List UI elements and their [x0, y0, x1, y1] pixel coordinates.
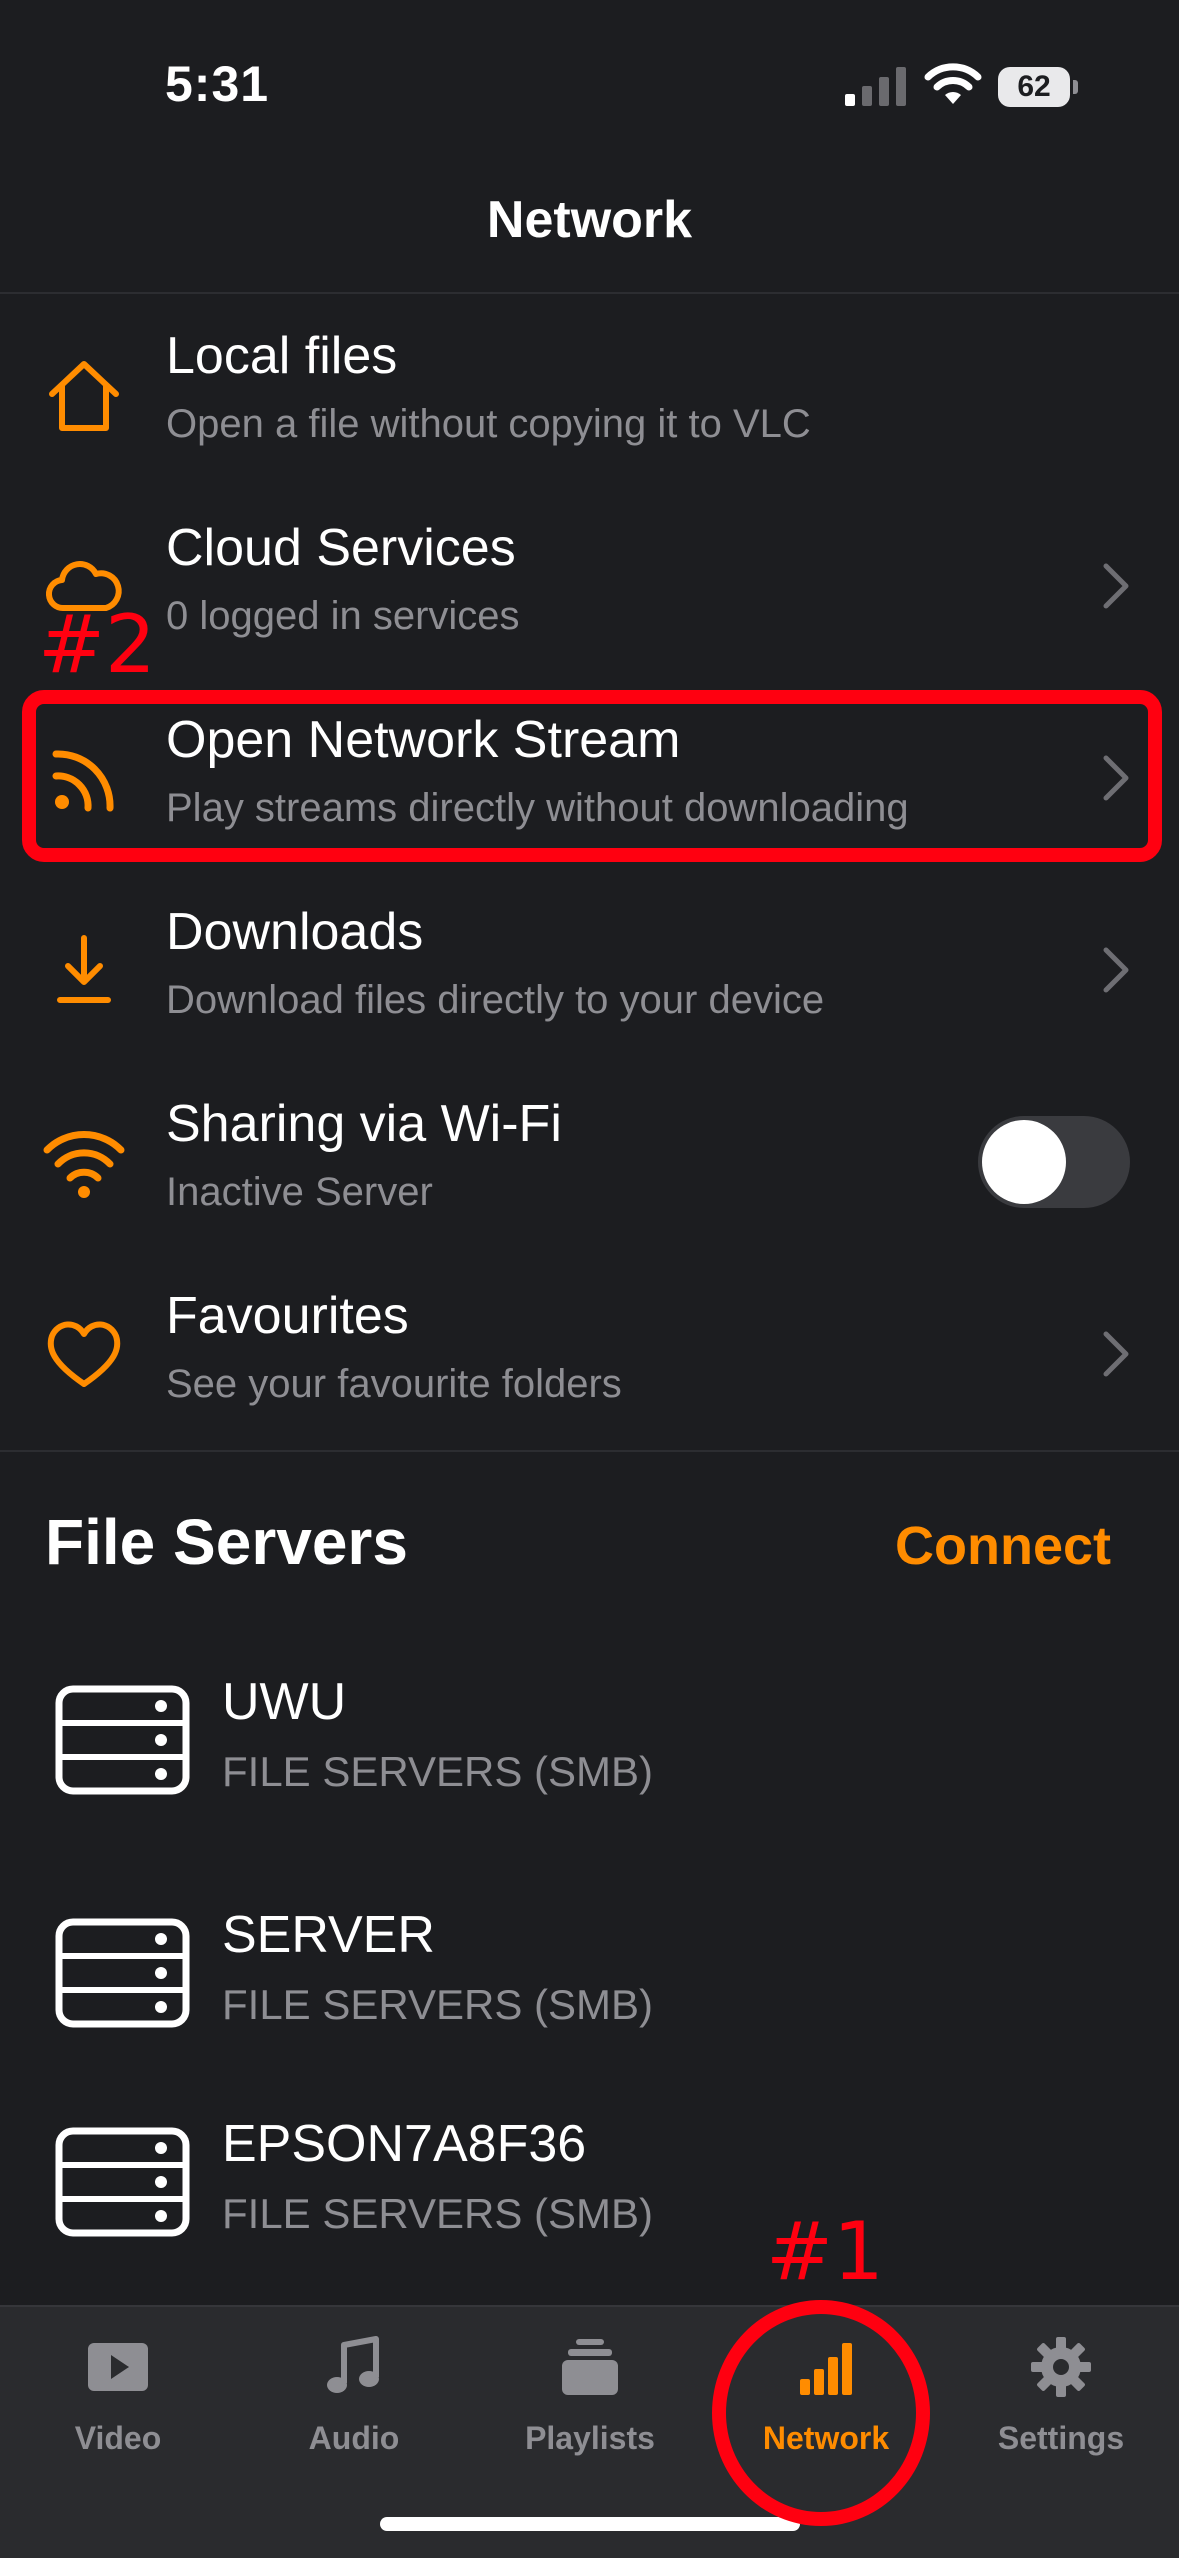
- server-name: UWU: [222, 1673, 347, 1731]
- tab-label: Settings: [997, 2420, 1125, 2456]
- annotation-label-2: #2: [38, 598, 156, 691]
- wifi-icon: [43, 1131, 125, 1198]
- connect-button[interactable]: Connect: [895, 1515, 1111, 1577]
- menu-item-subtitle: Download files directly to your device: [166, 978, 825, 1022]
- annotation-highlight-box: [22, 690, 1162, 862]
- tab-label: Playlists: [525, 2420, 655, 2456]
- menu-item-downloads[interactable]: Downloads Download files directly to you…: [0, 876, 1179, 1068]
- menu-item-title: Cloud Services: [166, 519, 516, 577]
- file-server-item[interactable]: EPSON7A8F36 FILE SERVERS (SMB): [0, 2082, 1179, 2282]
- server-icon: [55, 2127, 190, 2237]
- menu-item-title: Local files: [166, 327, 398, 385]
- server-name: EPSON7A8F36: [222, 2115, 587, 2173]
- menu-item-local-files[interactable]: Local files Open a file without copying …: [0, 300, 1179, 492]
- home-icon: [49, 361, 119, 431]
- menu-item-subtitle: Inactive Server: [166, 1170, 433, 1214]
- server-type: FILE SERVERS (SMB): [222, 2190, 653, 2237]
- server-icon: [55, 1918, 190, 2028]
- file-server-item[interactable]: SERVER FILE SERVERS (SMB): [0, 1873, 1179, 2073]
- battery-level: 62: [1017, 70, 1051, 103]
- menu-item-title: Favourites: [166, 1287, 409, 1345]
- file-server-item[interactable]: UWU FILE SERVERS (SMB): [0, 1640, 1179, 1840]
- playlist-icon: [562, 2339, 618, 2395]
- gear-icon: [1031, 2337, 1091, 2397]
- tab-video[interactable]: Video: [0, 2307, 236, 2487]
- music-note-icon: [327, 2336, 379, 2393]
- server-icon: [55, 1685, 190, 1795]
- play-icon: [88, 2343, 148, 2391]
- server-name: SERVER: [222, 1906, 435, 1964]
- chevron-right-icon: [1103, 947, 1129, 993]
- download-icon: [57, 935, 111, 1003]
- heart-icon: [47, 1321, 121, 1387]
- file-servers-heading: File Servers: [45, 1506, 408, 1578]
- sharing-wifi-toggle[interactable]: [978, 1116, 1130, 1208]
- home-indicator: [380, 2517, 800, 2531]
- wifi-status-icon: [924, 63, 982, 104]
- menu-item-title: Downloads: [166, 903, 424, 961]
- annotation-label-1: #1: [766, 2205, 884, 2298]
- tab-settings[interactable]: Settings: [943, 2307, 1179, 2487]
- server-type: FILE SERVERS (SMB): [222, 1748, 653, 1795]
- menu-item-cloud-services[interactable]: Cloud Services 0 logged in services: [0, 492, 1179, 684]
- toggle-knob: [982, 1120, 1066, 1204]
- menu-item-favourites[interactable]: Favourites See your favourite folders: [0, 1260, 1179, 1452]
- section-divider: [0, 1450, 1179, 1452]
- battery-indicator: 62: [998, 67, 1078, 107]
- tab-playlists[interactable]: Playlists: [472, 2307, 708, 2487]
- chevron-right-icon: [1103, 563, 1129, 609]
- tab-audio[interactable]: Audio: [236, 2307, 472, 2487]
- tab-label: Audio: [308, 2420, 400, 2456]
- page-title: Network: [486, 191, 693, 249]
- menu-item-subtitle: See your favourite folders: [166, 1362, 622, 1406]
- status-time: 5:31: [165, 56, 270, 112]
- menu-item-subtitle: Open a file without copying it to VLC: [166, 402, 811, 446]
- header-divider: [0, 292, 1179, 294]
- menu-item-sharing-wifi: Sharing via Wi-Fi Inactive Server: [0, 1068, 1179, 1260]
- menu-item-title: Sharing via Wi-Fi: [166, 1095, 562, 1153]
- tab-label: Video: [74, 2420, 162, 2456]
- menu-item-subtitle: 0 logged in services: [166, 594, 520, 638]
- cellular-signal-icon: [845, 67, 906, 106]
- annotation-highlight-circle: [712, 2300, 930, 2526]
- chevron-right-icon: [1103, 1331, 1129, 1377]
- server-type: FILE SERVERS (SMB): [222, 1981, 653, 2028]
